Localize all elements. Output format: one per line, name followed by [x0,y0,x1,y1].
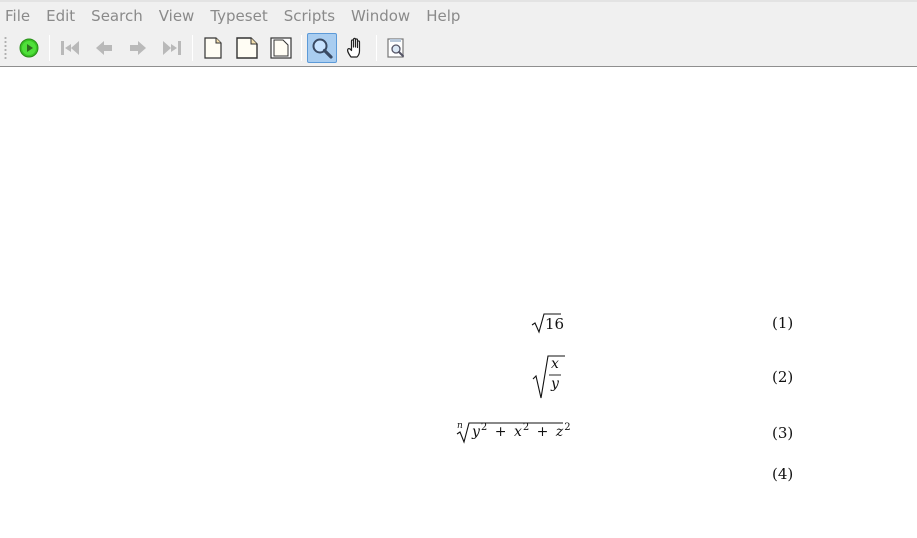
last-page-button[interactable] [157,33,187,63]
previous-page-button[interactable] [89,33,119,63]
radicand-expression: y2 + x2 + z2 [472,422,571,440]
preview-search-icon [387,38,404,58]
plus-sign: + [494,424,507,440]
exponent: 2 [564,422,571,433]
menu-help[interactable]: Help [421,3,465,29]
fit-window-icon [270,37,292,59]
equation-3: n y2 + x2 + z2 [455,420,571,444]
next-page-button[interactable] [123,33,153,63]
magnify-tool-button[interactable] [307,33,337,63]
hand-tool-button[interactable] [341,33,371,63]
preview-search-button[interactable] [382,33,412,63]
previous-page-icon [96,41,112,55]
menu-typeset[interactable]: Typeset [205,3,272,29]
menu-edit[interactable]: Edit [41,3,80,29]
first-page-icon [61,41,79,55]
exponent: 2 [480,422,488,433]
toolbar [0,30,917,67]
term-z: z [555,424,564,440]
last-page-icon [163,41,181,55]
typeset-run-icon [19,38,39,58]
menu-bar: File Edit Search View Typeset Scripts Wi… [0,0,917,30]
term-x: x [513,424,522,440]
equation-number-4: (4) [772,465,794,483]
equation-number-2: (2) [772,368,794,386]
menu-view[interactable]: View [154,3,200,29]
actual-size-icon [204,37,222,59]
magnify-tool-icon [312,38,333,59]
menu-file[interactable]: File [0,3,35,29]
fit-window-button[interactable] [266,33,296,63]
equation-1-radicand: 16 [545,315,565,333]
hand-tool-icon [347,37,361,58]
first-page-button[interactable] [55,33,85,63]
fraction-numerator: x [551,356,559,372]
menu-scripts[interactable]: Scripts [279,3,340,29]
plus-sign: + [536,424,549,440]
term-y: y [472,424,480,440]
equation-number-1: (1) [772,314,794,332]
actual-size-button[interactable] [198,33,228,63]
equation-number-3: (3) [772,424,794,442]
exponent: 2 [522,422,530,433]
radical-sign [532,355,565,399]
fraction-denominator: y [551,376,559,392]
toolbar-separator [192,35,193,61]
menu-window[interactable]: Window [346,3,415,29]
toolbar-separator [49,35,50,61]
fit-width-icon [236,37,258,59]
pdf-preview-area[interactable]: 16 (1) x y (2) n y2 + x2 + z2 (3) (4) [0,68,917,538]
typeset-button[interactable] [14,33,44,63]
next-page-icon [130,41,146,55]
toolbar-separator [376,35,377,61]
equation-2: x y [532,354,566,400]
menu-search[interactable]: Search [86,3,148,29]
toolbar-grip[interactable] [4,36,7,60]
fit-width-button[interactable] [232,33,262,63]
toolbar-separator [301,35,302,61]
